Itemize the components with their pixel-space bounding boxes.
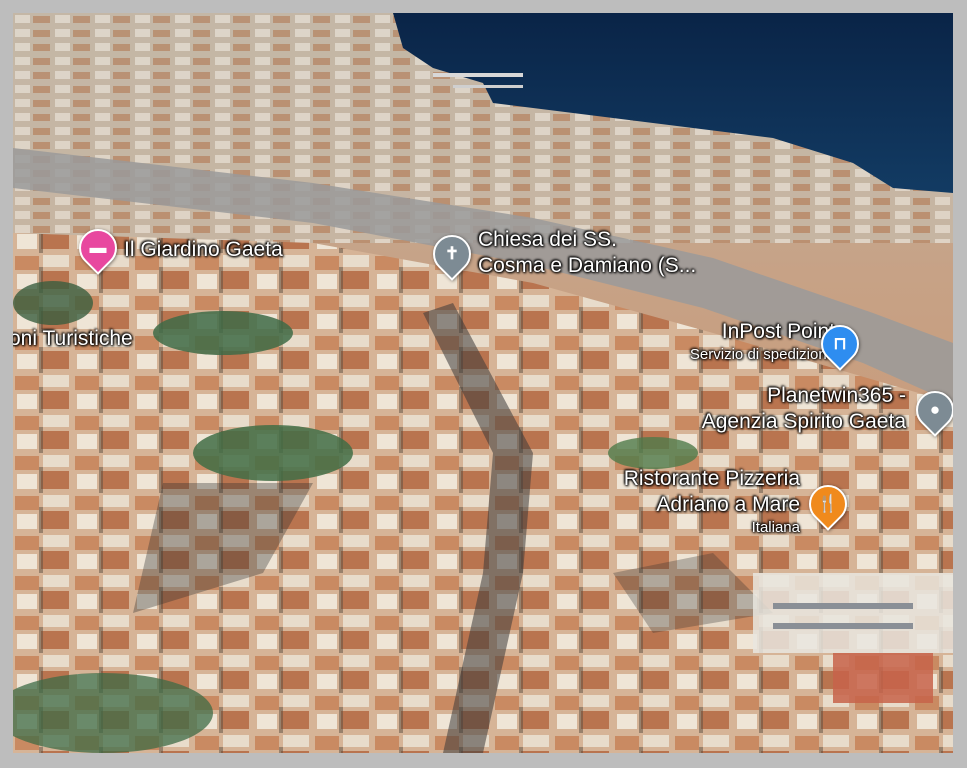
church-cross-icon: ✝ [444,244,460,263]
inpost-name: InPost Point [721,320,835,343]
map-view[interactable]: ▬ Il Giardino Gaeta ✝ Chiesa dei SS. Cos… [13,13,953,753]
partial-place-label[interactable]: oni Turistiche [13,326,133,352]
church-label[interactable]: Chiesa dei SS. Cosma e Damiano (S... [478,227,696,279]
hotel-name: Il Giardino Gaeta [124,238,283,261]
partial-place-name: oni Turistiche [13,327,133,350]
church-name-line1: Chiesa dei SS. [478,228,617,251]
inpost-label[interactable]: InPost Point Servizio di spedizione [690,319,835,365]
planetwin-name-line1: Planetwin365 - [767,384,906,407]
inpost-category: Servizio di spedizione [689,346,835,363]
restaurant-label[interactable]: Ristorante Pizzeria Adriano a Mare Itali… [624,466,800,538]
location-dot-icon: ● [929,400,941,419]
planetwin-label[interactable]: Planetwin365 - Agenzia Spirito Gaeta [702,383,906,435]
fork-knife-icon: 🍴 [817,494,839,513]
hotel-label[interactable]: Il Giardino Gaeta [124,237,283,263]
shopping-bag-icon: ⊓ [833,334,847,353]
hotel-bed-icon: ▬ [89,238,107,257]
restaurant-category: Italiana [751,519,800,536]
planetwin-name-line2: Agenzia Spirito Gaeta [701,410,906,433]
church-name-line2: Cosma e Damiano (S... [478,254,697,277]
restaurant-name-line2: Adriano a Mare [656,493,800,516]
restaurant-name-line1: Ristorante Pizzeria [623,467,800,490]
